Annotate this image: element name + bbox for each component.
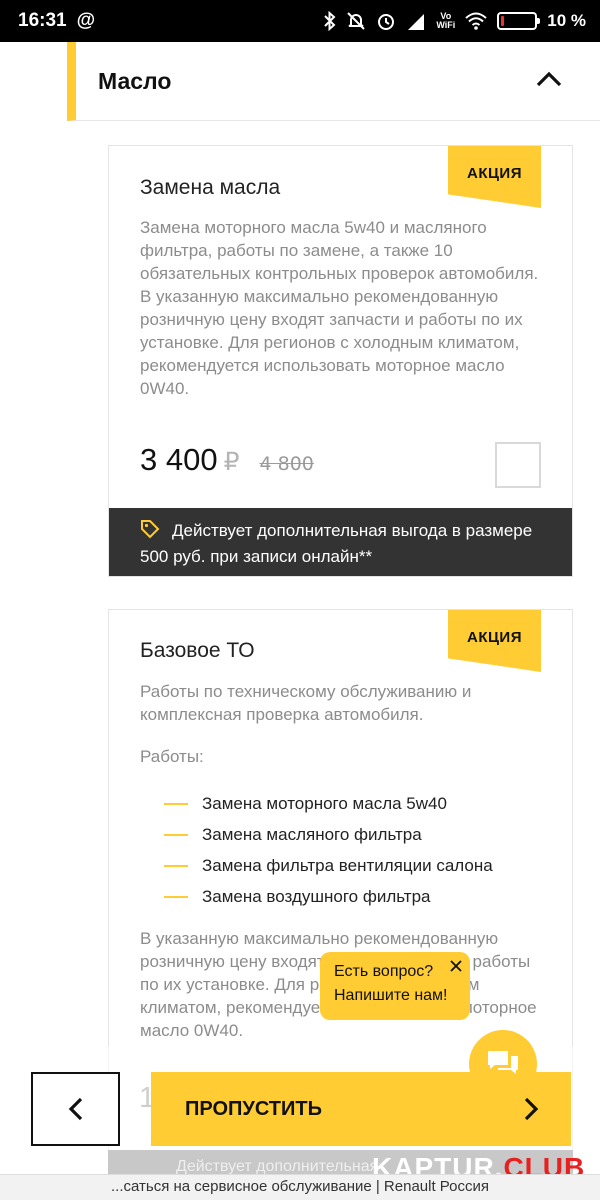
status-time: 16:31 bbox=[18, 10, 67, 31]
wifi-icon bbox=[465, 12, 487, 30]
back-button[interactable] bbox=[31, 1072, 120, 1146]
promo-badge: АКЦИЯ bbox=[448, 146, 541, 208]
close-icon[interactable] bbox=[448, 958, 464, 974]
battery-percent: 10 % bbox=[547, 11, 586, 30]
currency-symbol: ₽ bbox=[223, 448, 240, 476]
card-title: Базовое ТО bbox=[140, 639, 255, 662]
chat-line-1: Есть вопрос? bbox=[334, 963, 434, 980]
bonus-banner: Действует дополнительная выгода в размер… bbox=[109, 508, 572, 576]
select-checkbox[interactable] bbox=[495, 442, 541, 488]
alarm-icon bbox=[376, 11, 396, 31]
price-value: 3 400 bbox=[140, 442, 218, 477]
bluetooth-icon bbox=[324, 11, 336, 31]
price-row: 3 400 ₽ 4 800 bbox=[140, 442, 314, 478]
list-item: Замена масляного фильтра bbox=[164, 819, 493, 850]
dash-icon bbox=[164, 833, 188, 836]
chevron-left-icon bbox=[68, 1097, 82, 1121]
card-description: Замена моторного масла 5w40 и масляного … bbox=[140, 218, 539, 398]
chat-line-2: Напишите нам! bbox=[334, 987, 448, 1004]
accordion-title: Масло bbox=[98, 67, 172, 94]
price-current: 3 400 ₽ bbox=[140, 442, 239, 478]
dash-icon bbox=[164, 895, 188, 898]
service-card-oil-change: АКЦИЯ Замена масла Замена моторного масл… bbox=[108, 145, 573, 577]
chat-icon bbox=[488, 1051, 518, 1074]
tag-icon bbox=[140, 519, 160, 545]
accordion-header-oil[interactable]: Масло bbox=[67, 42, 600, 121]
chevron-right-icon bbox=[524, 1097, 539, 1121]
page-title-bar: ...саться на сервисное обслуживание | Re… bbox=[0, 1174, 600, 1200]
work-item-text: Замена фильтра вентиляции салона bbox=[202, 855, 493, 875]
works-list: Замена моторного масла 5w40 Замена масля… bbox=[164, 788, 493, 912]
price-old: 4 800 bbox=[259, 453, 314, 475]
work-item-text: Замена воздушного фильтра bbox=[202, 886, 431, 906]
list-item: Замена фильтра вентиляции салона bbox=[164, 850, 493, 881]
chat-prompt-bubble[interactable]: Есть вопрос? Напишите нам! bbox=[320, 952, 470, 1020]
status-bar: 16:31 @ Vo WiFi 10 % bbox=[0, 0, 600, 42]
card-description: Работы по техническому обслуживанию и ко… bbox=[140, 682, 472, 724]
battery-icon bbox=[497, 12, 541, 30]
battery-level bbox=[501, 16, 505, 26]
mute-bell-icon bbox=[346, 11, 366, 31]
status-left: 16:31 @ bbox=[18, 10, 95, 32]
signal-icon bbox=[406, 12, 426, 30]
work-item-text: Замена масляного фильтра bbox=[202, 824, 422, 844]
list-item: Замена воздушного фильтра bbox=[164, 881, 493, 912]
works-label: Работы: bbox=[140, 747, 204, 766]
list-item: Замена моторного масла 5w40 bbox=[164, 788, 493, 819]
card-title: Замена масла bbox=[140, 176, 281, 199]
chat-button[interactable] bbox=[469, 1030, 537, 1098]
dash-icon bbox=[164, 864, 188, 867]
at-icon: @ bbox=[76, 10, 96, 31]
vowifi-bottom: WiFi bbox=[436, 20, 456, 30]
work-item-text: Замена моторного масла 5w40 bbox=[202, 793, 447, 813]
bonus-text: Действует дополнительная выгода в размер… bbox=[140, 521, 533, 566]
status-right: Vo WiFi 10 % bbox=[324, 11, 586, 31]
vowifi-icon: Vo WiFi bbox=[436, 12, 455, 30]
chevron-up-icon[interactable] bbox=[536, 71, 562, 91]
skip-label: ПРОПУСТИТЬ bbox=[185, 1097, 322, 1120]
promo-badge: АКЦИЯ bbox=[448, 610, 541, 672]
dash-icon bbox=[164, 802, 188, 805]
